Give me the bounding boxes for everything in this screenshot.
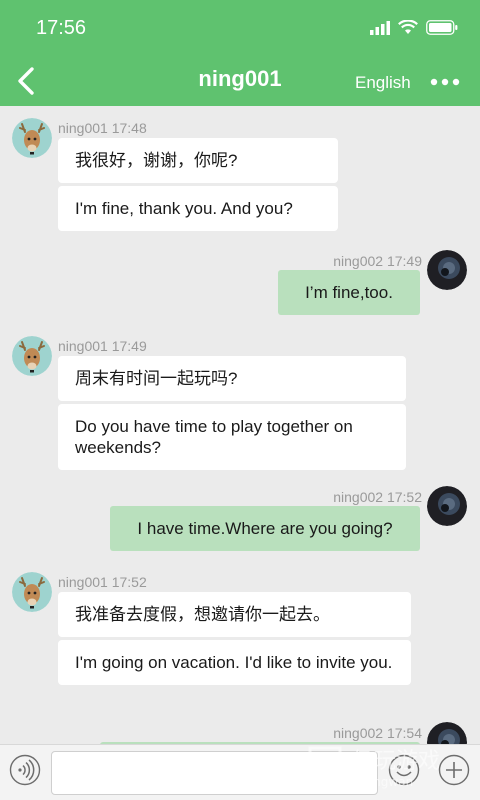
watermark-logo: 仍玩游戏 Rengwan xyxy=(308,746,440,794)
message-meta: ning001 17:52 xyxy=(58,574,147,590)
message-meta: ning001 17:49 xyxy=(58,338,147,354)
dark-avatar[interactable] xyxy=(427,250,467,290)
watermark-text: 仍玩游戏 xyxy=(352,749,440,774)
message-meta: ning001 17:48 xyxy=(58,120,147,136)
battery-icon xyxy=(426,20,458,35)
message-bubble-en[interactable]: I'm going on vacation. I'd like to invit… xyxy=(58,640,411,685)
message-bubble-en[interactable]: I'm fine, thank you. And you? xyxy=(58,186,338,231)
status-bar: 17:56 xyxy=(0,0,480,56)
more-dots-icon[interactable] xyxy=(430,78,460,86)
nav-bar: ning001 English xyxy=(0,56,480,106)
message-bubble[interactable]: I have time.Where are you going? xyxy=(110,506,420,551)
message-list[interactable]: ning001 17:48 我很好，谢谢，你呢? I'm fine, thank… xyxy=(0,106,480,744)
message-bubble-zh[interactable]: 我准备去度假，想邀请你一起去。 xyxy=(58,592,411,637)
message-bubble[interactable]: I’m fine,too. xyxy=(278,270,420,315)
wifi-icon xyxy=(398,20,418,34)
message-meta: ning002 17:52 xyxy=(333,489,422,505)
dark-avatar[interactable] xyxy=(427,486,467,526)
signal-icon xyxy=(370,20,390,35)
top-bar: 17:56 ning001 English xyxy=(0,0,480,106)
status-time: 17:56 xyxy=(36,17,87,39)
voice-icon[interactable] xyxy=(9,754,41,786)
language-button[interactable]: English xyxy=(355,73,411,93)
deer-avatar[interactable] xyxy=(12,336,52,376)
deer-avatar[interactable] xyxy=(12,572,52,612)
message-bubble-zh[interactable]: 我很好，谢谢，你呢? xyxy=(58,138,338,183)
message-meta: ning002 17:49 xyxy=(333,253,422,269)
deer-avatar[interactable] xyxy=(12,118,52,158)
watermark-subtext: Rengwan xyxy=(358,775,413,789)
message-bubble-zh[interactable]: 周末有时间一起玩吗? xyxy=(58,356,406,401)
message-bubble-en[interactable]: Do you have time to play together on wee… xyxy=(58,404,406,470)
status-icons xyxy=(370,20,458,35)
